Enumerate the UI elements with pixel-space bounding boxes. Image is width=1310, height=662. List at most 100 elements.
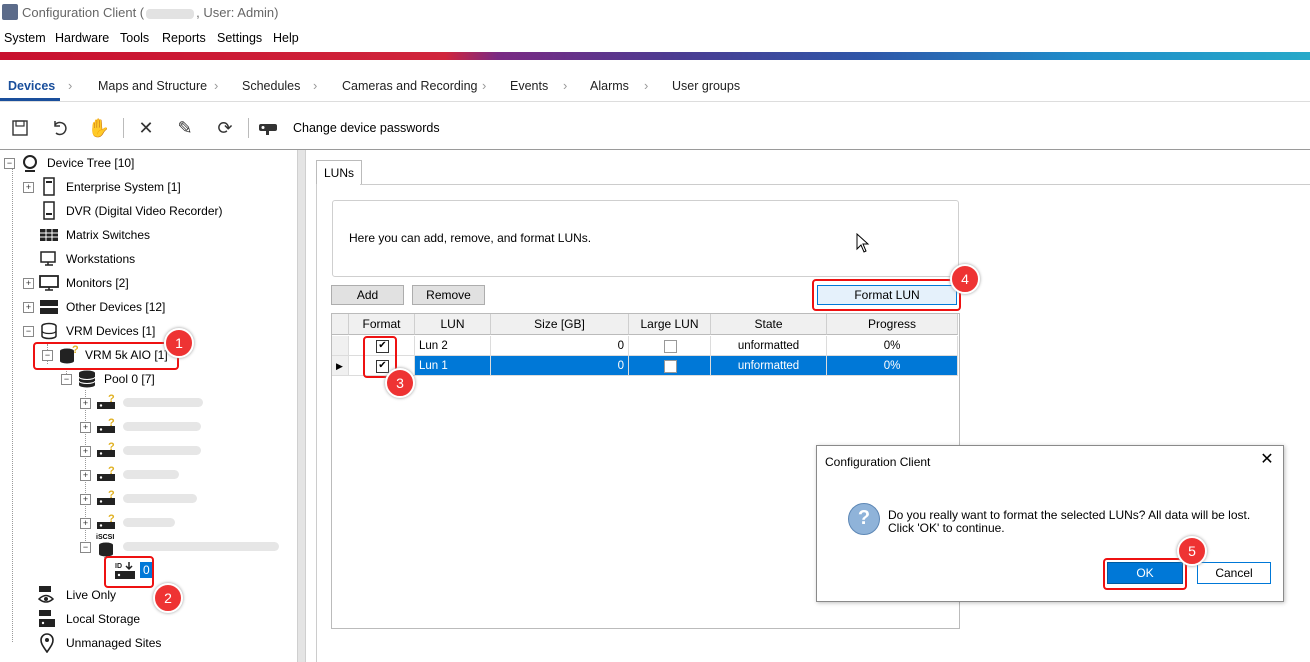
nav-schedules[interactable]: Schedules bbox=[242, 79, 300, 93]
collapse-icon[interactable]: − bbox=[4, 158, 15, 169]
lun-cell: Lun 1 bbox=[415, 356, 491, 376]
tree-item-matrix-switches[interactable]: Matrix Switches bbox=[0, 224, 290, 246]
add-button[interactable]: Add bbox=[331, 285, 404, 305]
delete-icon[interactable]: ✕ bbox=[134, 116, 158, 140]
tree-item-workstations[interactable]: Workstations bbox=[0, 248, 290, 270]
nav-alarms[interactable]: Alarms bbox=[590, 79, 629, 93]
nav-events[interactable]: Events bbox=[510, 79, 548, 93]
tree-item-storage-target[interactable]: + ? bbox=[0, 512, 290, 534]
column-header-size[interactable]: Size [GB] bbox=[491, 314, 629, 335]
window-title-suffix: , User: Admin) bbox=[196, 5, 279, 20]
chevron-right-icon: › bbox=[313, 78, 318, 93]
tree-item-storage-target[interactable]: + ? bbox=[0, 488, 290, 510]
callout-badge-3: 3 bbox=[385, 368, 415, 398]
tree-label: Device Tree [10] bbox=[47, 156, 135, 170]
menu-help[interactable]: Help bbox=[273, 31, 299, 45]
tree-item-storage-target[interactable]: + ? bbox=[0, 416, 290, 438]
tree-item-monitors[interactable]: + Monitors [2] bbox=[0, 272, 290, 294]
menu-tools[interactable]: Tools bbox=[120, 31, 149, 45]
tree-item-pool-0[interactable]: − Pool 0 [7] bbox=[0, 368, 290, 390]
expand-icon[interactable]: + bbox=[80, 494, 91, 505]
expand-icon[interactable]: + bbox=[23, 182, 34, 193]
live-only-icon bbox=[37, 585, 57, 605]
callout-badge-2: 2 bbox=[153, 583, 183, 613]
column-header-lun[interactable]: LUN bbox=[415, 314, 491, 335]
nav-user-groups[interactable]: User groups bbox=[672, 79, 740, 93]
password-key-icon[interactable] bbox=[256, 116, 280, 140]
undo-icon[interactable] bbox=[48, 116, 72, 140]
expand-icon[interactable]: + bbox=[80, 398, 91, 409]
size-cell[interactable]: 0 bbox=[491, 336, 629, 356]
pane-splitter[interactable] bbox=[297, 150, 306, 662]
progress-cell: 0% bbox=[827, 356, 958, 376]
nav-cameras-recording[interactable]: Cameras and Recording bbox=[342, 79, 478, 93]
highlight-format-lun bbox=[812, 279, 961, 311]
expand-icon[interactable]: + bbox=[80, 470, 91, 481]
tree-item-local-storage[interactable]: Local Storage bbox=[0, 608, 290, 630]
tree-item-vrm-devices[interactable]: − VRM Devices [1] bbox=[0, 320, 290, 342]
chevron-right-icon: › bbox=[482, 78, 487, 93]
svg-text:?: ? bbox=[108, 393, 115, 405]
menu-reports[interactable]: Reports bbox=[162, 31, 206, 45]
change-device-passwords-button[interactable]: Change device passwords bbox=[293, 121, 440, 135]
large-lun-checkbox[interactable] bbox=[664, 360, 677, 373]
tree-item-iscsi-target[interactable]: − iSCSI bbox=[0, 534, 290, 558]
collapse-icon[interactable]: − bbox=[80, 542, 91, 553]
local-storage-icon bbox=[37, 609, 57, 629]
expand-icon[interactable]: + bbox=[80, 422, 91, 433]
tree-item-storage-target[interactable]: + ? bbox=[0, 392, 290, 414]
highlight-ok-button bbox=[1103, 558, 1187, 590]
expand-icon[interactable]: + bbox=[23, 302, 34, 313]
monitor-icon bbox=[39, 273, 59, 293]
column-header-large-lun[interactable]: Large LUN bbox=[629, 314, 711, 335]
other-devices-icon bbox=[39, 297, 59, 317]
mouse-cursor-icon bbox=[856, 232, 870, 258]
tree-item-device-tree[interactable]: − Device Tree [10] bbox=[0, 152, 290, 174]
collapse-icon[interactable]: − bbox=[61, 374, 72, 385]
menu-settings[interactable]: Settings bbox=[217, 31, 262, 45]
large-lun-cell[interactable] bbox=[629, 336, 711, 356]
hand-icon[interactable]: ✋ bbox=[87, 116, 111, 140]
highlight-lun-node bbox=[104, 556, 154, 588]
menu-system[interactable]: System bbox=[4, 31, 46, 45]
column-header-state[interactable]: State bbox=[711, 314, 827, 335]
row-selector-arrow-icon[interactable]: ▶ bbox=[332, 356, 349, 376]
tree-label: Monitors [2] bbox=[66, 276, 129, 290]
refresh-icon[interactable]: ⟳ bbox=[213, 116, 237, 140]
collapse-icon[interactable]: − bbox=[23, 326, 34, 337]
tree-item-unmanaged-sites[interactable]: Unmanaged Sites bbox=[0, 632, 290, 654]
edit-icon[interactable]: ✎ bbox=[173, 116, 197, 140]
redacted-server-name bbox=[146, 8, 195, 19]
tree-item-storage-target[interactable]: + ? bbox=[0, 440, 290, 462]
remove-button[interactable]: Remove bbox=[412, 285, 485, 305]
question-icon: ? bbox=[848, 503, 880, 535]
expand-icon[interactable]: + bbox=[80, 518, 91, 529]
size-cell[interactable]: 0 bbox=[491, 356, 629, 376]
expand-icon[interactable]: + bbox=[80, 446, 91, 457]
menu-hardware[interactable]: Hardware bbox=[55, 31, 109, 45]
tree-label: Workstations bbox=[66, 252, 136, 266]
chevron-right-icon: › bbox=[644, 78, 649, 93]
tab-luns[interactable]: LUNs bbox=[316, 160, 362, 185]
column-header-progress[interactable]: Progress bbox=[827, 314, 958, 335]
nav-divider bbox=[0, 101, 1310, 102]
save-icon[interactable] bbox=[8, 116, 32, 140]
tree-item-other-devices[interactable]: + Other Devices [12] bbox=[0, 296, 290, 318]
redacted-label bbox=[123, 446, 201, 455]
tree-item-storage-target[interactable]: + ? bbox=[0, 464, 290, 486]
row-header[interactable] bbox=[332, 336, 349, 356]
large-lun-checkbox[interactable] bbox=[664, 340, 677, 353]
storage-device-warning-icon: ? bbox=[96, 441, 116, 461]
large-lun-cell[interactable] bbox=[629, 356, 711, 376]
nav-devices[interactable]: Devices bbox=[8, 79, 55, 93]
expand-icon[interactable]: + bbox=[23, 278, 34, 289]
close-icon[interactable]: ✕ bbox=[1257, 450, 1277, 470]
tree-item-enterprise-system[interactable]: + Enterprise System [1] bbox=[0, 176, 290, 198]
tree-item-dvr[interactable]: DVR (Digital Video Recorder) bbox=[0, 200, 290, 222]
tree-label: Live Only bbox=[66, 588, 117, 602]
storage-device-warning-icon: ? bbox=[96, 465, 116, 485]
cancel-button[interactable]: Cancel bbox=[1197, 562, 1271, 584]
nav-maps-structure[interactable]: Maps and Structure bbox=[98, 79, 207, 93]
column-header-format[interactable]: Format bbox=[349, 314, 415, 335]
storage-device-warning-icon: ? bbox=[96, 489, 116, 509]
